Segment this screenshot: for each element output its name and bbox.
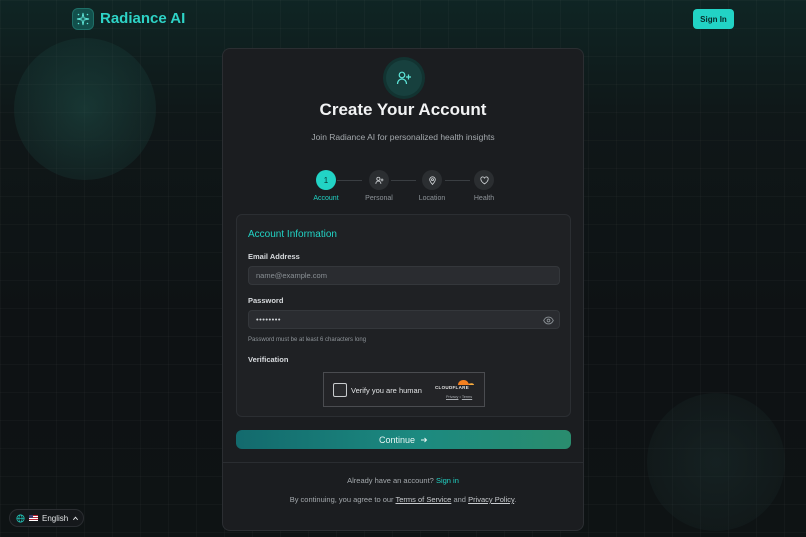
signup-card: Create Your Account Join Radiance AI for… — [222, 48, 584, 531]
captcha-links: Privacy • Terms — [446, 395, 472, 399]
captcha-text: Verify you are human — [351, 386, 422, 395]
sign-in-button[interactable]: Sign In — [693, 9, 734, 29]
captcha-checkbox[interactable] — [333, 383, 347, 397]
terms-period: . — [514, 495, 517, 504]
page-title: Create Your Account — [319, 100, 487, 119]
brand-name[interactable]: Radiance AI — [100, 10, 185, 27]
section-title: Account Information — [248, 229, 337, 240]
step-label: Health — [473, 195, 495, 202]
globe-icon — [16, 513, 25, 523]
step-number: 1 — [316, 170, 336, 190]
card-divider — [223, 462, 583, 463]
password-hint: Password must be at least 6 characters l… — [248, 337, 367, 343]
already-have-account: Already have an account? Sign in — [223, 476, 583, 485]
decorative-blob-right — [647, 393, 785, 531]
password-value: •••••••• — [256, 315, 282, 324]
step-label: Account — [313, 195, 339, 202]
already-text: Already have an account? — [347, 476, 434, 485]
decorative-blob-left — [14, 38, 156, 180]
captcha-separator: • — [459, 395, 461, 399]
step-personal[interactable]: Personal — [354, 170, 404, 202]
page-subtitle: Join Radiance AI for personalized health… — [311, 132, 495, 142]
email-field[interactable]: name@example.com — [248, 266, 560, 285]
cloudflare-wordmark: CLOUDFLARE — [435, 385, 469, 390]
step-label: Personal — [365, 195, 393, 202]
captcha-privacy-link[interactable]: Privacy — [446, 395, 458, 399]
sign-in-link[interactable]: Sign in — [436, 476, 459, 485]
email-label: Email Address — [248, 252, 300, 261]
map-pin-icon — [422, 170, 442, 190]
top-header: Radiance AI Sign In — [0, 0, 806, 38]
captcha-widget: Verify you are human CLOUDFLARE Privacy … — [323, 372, 485, 407]
password-label: Password — [248, 296, 284, 305]
password-field[interactable]: •••••••• — [248, 310, 560, 329]
us-flag-icon — [29, 515, 38, 521]
eye-icon[interactable] — [543, 315, 554, 326]
continue-label: Continue — [378, 434, 416, 445]
captcha-terms-link[interactable]: Terms — [462, 395, 472, 399]
privacy-policy-link[interactable]: Privacy Policy — [468, 495, 514, 504]
account-information-form: Account Information Email Address name@e… — [236, 214, 571, 417]
step-health[interactable]: Health — [459, 170, 509, 202]
terms-notice: By continuing, you agree to our Terms of… — [223, 495, 583, 504]
chevron-up-icon — [73, 516, 79, 520]
step-label: Location — [418, 195, 446, 202]
sparkle-logo-icon[interactable] — [72, 8, 94, 30]
user-plus-icon — [386, 60, 422, 96]
and-text: and — [453, 495, 466, 504]
agree-text: By continuing, you agree to our — [289, 495, 394, 504]
language-label: English — [42, 513, 69, 523]
arrow-right-icon — [421, 437, 428, 442]
heart-icon — [474, 170, 494, 190]
step-location[interactable]: Location — [407, 170, 457, 202]
terms-of-service-link[interactable]: Terms of Service — [396, 495, 452, 504]
verification-label: Verification — [248, 355, 289, 364]
user-plus-icon — [369, 170, 389, 190]
language-selector[interactable]: English — [9, 509, 84, 527]
continue-button[interactable]: Continue — [236, 430, 571, 449]
step-account[interactable]: 1 Account — [301, 170, 351, 202]
